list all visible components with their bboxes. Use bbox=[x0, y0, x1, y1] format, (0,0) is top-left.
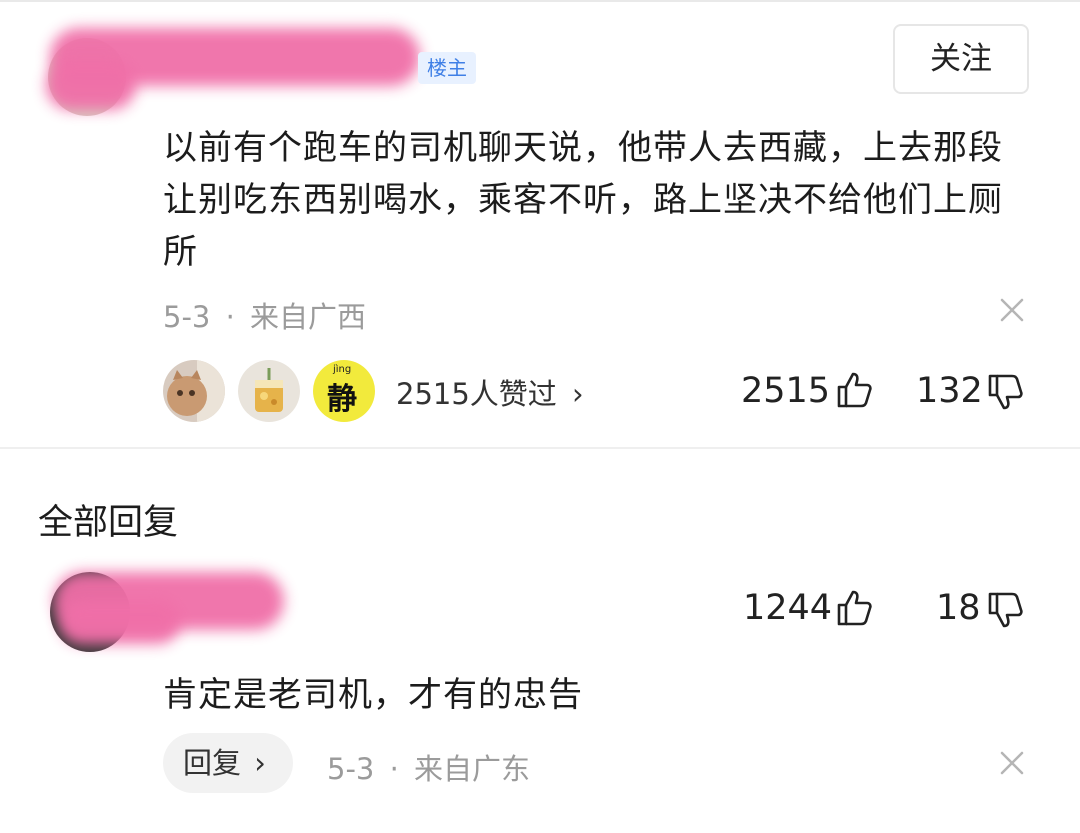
thumbs-up-icon[interactable] bbox=[834, 370, 874, 410]
chevron-right-icon: › bbox=[572, 377, 584, 411]
post-meta: 5-3 · 来自广西 bbox=[163, 294, 366, 336]
thumbs-down-icon[interactable] bbox=[985, 590, 1025, 630]
liked-by-link[interactable]: 2515人赞过 › bbox=[396, 371, 584, 413]
redacted-avatar-overlay bbox=[46, 60, 136, 110]
reply-date: 5-3 bbox=[327, 752, 375, 786]
liker-avatar-cat[interactable] bbox=[163, 360, 225, 422]
post-like-count: 2515 bbox=[741, 371, 831, 411]
reply-location: 来自广东 bbox=[414, 752, 531, 786]
post-dislike-count: 132 bbox=[916, 371, 983, 411]
meta-separator: · bbox=[225, 300, 235, 334]
post-date: 5-3 bbox=[163, 300, 211, 334]
post-content: 以前有个跑车的司机聊天说，他带人去西藏，上去那段让别吃东西别喝水，乘客不听，路上… bbox=[163, 128, 1003, 272]
redacted-reply-avatar-overlay bbox=[60, 600, 180, 644]
meta-separator: · bbox=[389, 752, 399, 786]
reply-content: 肯定是老司机，才有的忠告 bbox=[163, 675, 583, 715]
follow-button[interactable]: 关注 bbox=[893, 24, 1029, 94]
reply-button-label: 回复 bbox=[183, 746, 242, 780]
liker-avatar-drink[interactable] bbox=[238, 360, 300, 422]
section-divider bbox=[0, 447, 1080, 449]
liked-by-text: 2515人赞过 bbox=[396, 377, 557, 411]
reply-meta: 5-3 · 来自广东 bbox=[327, 746, 530, 788]
reply-button[interactable]: 回复 › bbox=[163, 733, 293, 793]
thumbs-down-icon[interactable] bbox=[985, 372, 1025, 412]
all-replies-heading: 全部回复 bbox=[38, 503, 179, 543]
close-icon[interactable] bbox=[998, 296, 1026, 324]
reply-like-count: 1244 bbox=[743, 588, 833, 628]
close-icon[interactable] bbox=[998, 749, 1026, 777]
post-location: 来自广西 bbox=[250, 300, 367, 334]
thumbs-up-icon[interactable] bbox=[834, 588, 874, 628]
liker-avatar-jing[interactable]: jìng 静 bbox=[313, 360, 375, 422]
top-divider bbox=[0, 0, 1080, 2]
chevron-right-icon: › bbox=[254, 746, 266, 780]
reply-dislike-count: 18 bbox=[936, 588, 981, 628]
liker-avatar-char: 静 bbox=[327, 382, 357, 417]
op-badge: 楼主 bbox=[418, 52, 476, 84]
